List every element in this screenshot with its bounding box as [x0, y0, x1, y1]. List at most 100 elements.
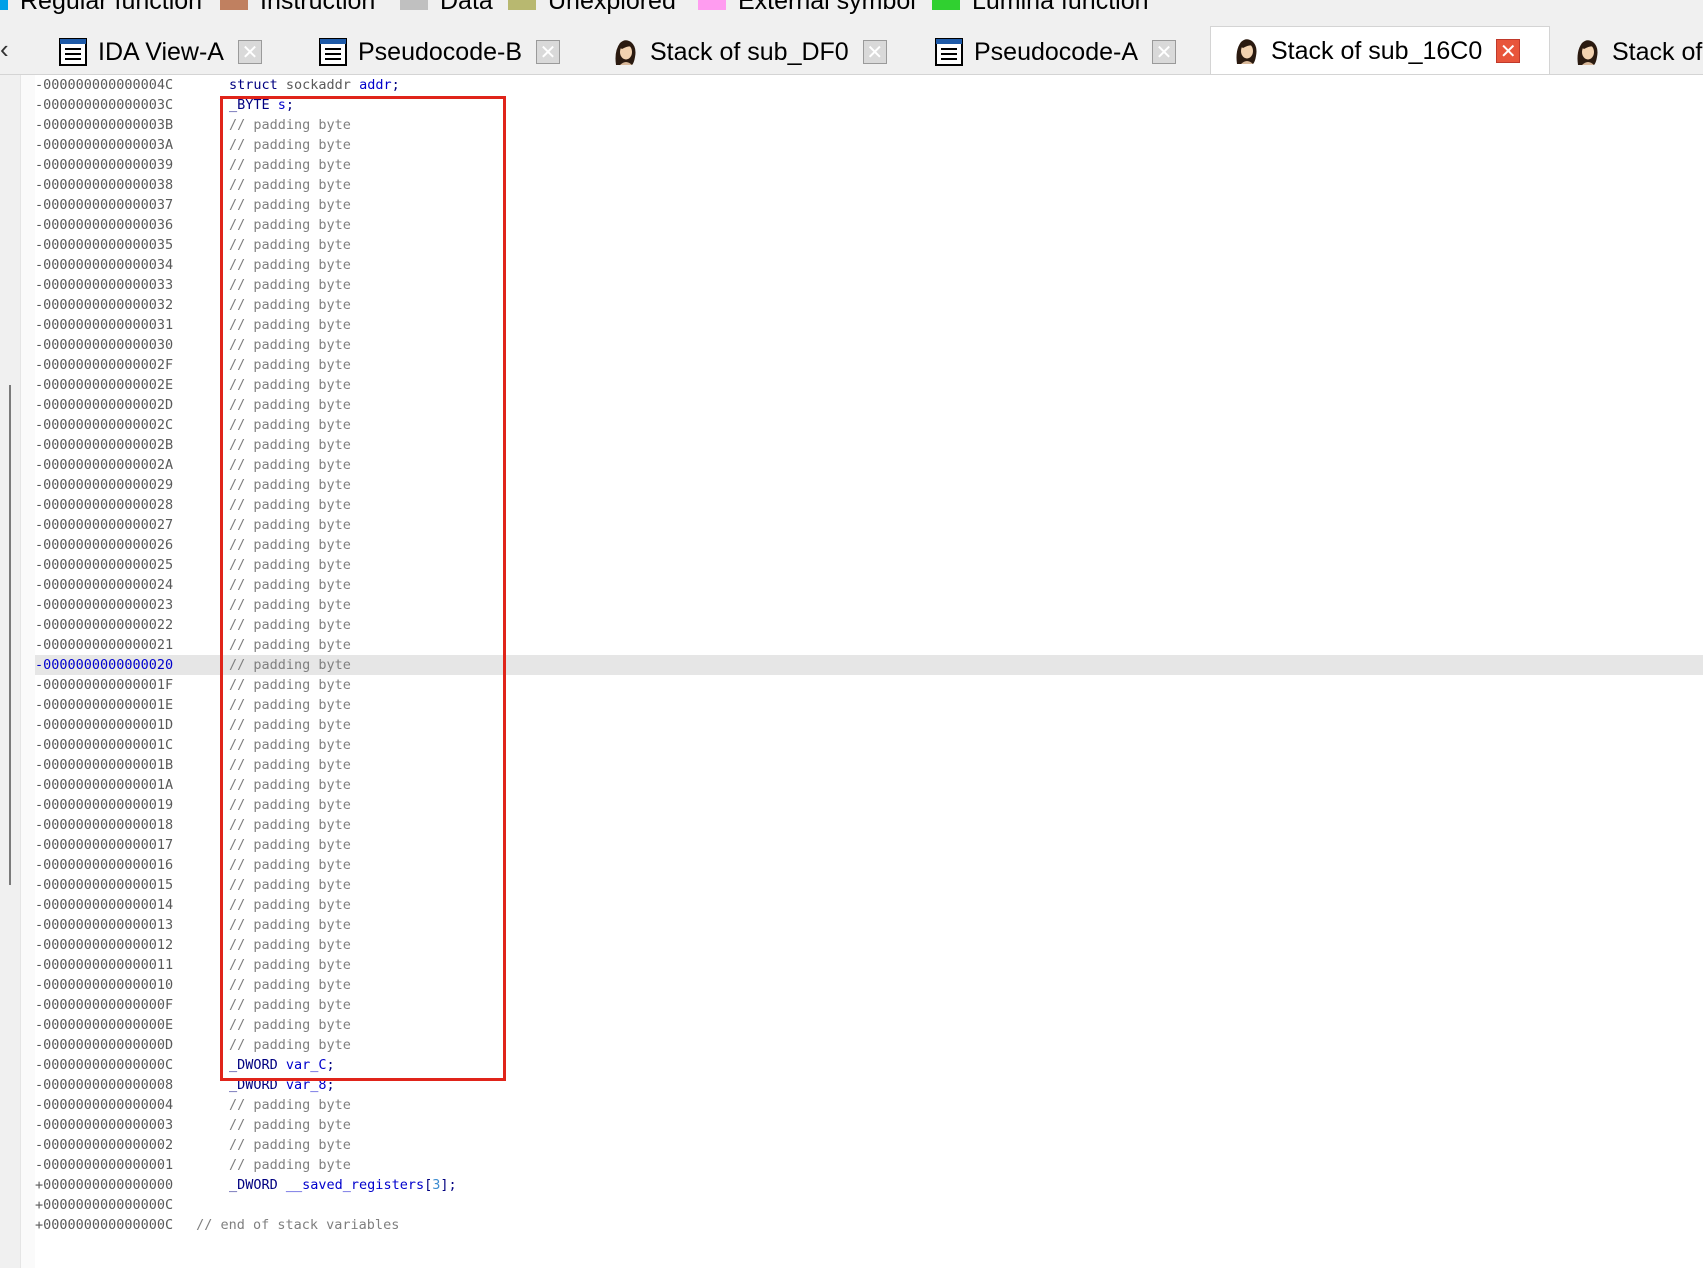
stack-line[interactable]: -000000000000002A // padding byte: [35, 455, 1703, 475]
close-icon[interactable]: ✕: [237, 40, 262, 64]
stack-line[interactable]: -0000000000000025 // padding byte: [35, 555, 1703, 575]
stack-line[interactable]: -0000000000000037 // padding byte: [35, 195, 1703, 215]
stack-line[interactable]: -000000000000000D // padding byte: [35, 1035, 1703, 1055]
stack-offset: -000000000000002E: [35, 377, 174, 393]
stack-line[interactable]: -0000000000000003 // padding byte: [35, 1115, 1703, 1135]
stack-line[interactable]: -000000000000002C // padding byte: [35, 415, 1703, 435]
stack-declaration: // padding byte: [229, 455, 351, 475]
close-icon[interactable]: ✕: [1152, 40, 1177, 64]
list-view-icon: [58, 37, 88, 67]
stack-line[interactable]: -000000000000001B // padding byte: [35, 755, 1703, 775]
stack-view-listing[interactable]: -000000000000004C struct sockaddr addr; -0…: [35, 75, 1703, 1235]
stack-offset: -000000000000002F: [35, 357, 174, 373]
stack-line[interactable]: -0000000000000035 // padding byte: [35, 235, 1703, 255]
stack-line[interactable]: -000000000000002B // padding byte: [35, 435, 1703, 455]
stack-line[interactable]: -0000000000000016 // padding byte: [35, 855, 1703, 875]
close-icon[interactable]: ✕: [1496, 39, 1521, 63]
close-icon[interactable]: ✕: [536, 40, 561, 64]
stack-declaration: // padding byte: [229, 975, 351, 995]
stack-line[interactable]: -0000000000000004 // padding byte: [35, 1095, 1703, 1115]
stack-line[interactable]: -0000000000000012 // padding byte: [35, 935, 1703, 955]
stack-line[interactable]: +0000000000000000 _DWORD __saved_register…: [35, 1175, 1703, 1195]
stack-line[interactable]: -0000000000000032 // padding byte: [35, 295, 1703, 315]
stack-line[interactable]: -000000000000000C _DWORD var_C;: [35, 1055, 1703, 1075]
stack-line[interactable]: -0000000000000030 // padding byte: [35, 335, 1703, 355]
tab-stack-of-sub-df0[interactable]: Stack of sub_DF0 ✕: [590, 30, 898, 74]
stack-line[interactable]: -0000000000000013 // padding byte: [35, 915, 1703, 935]
portrait-icon: [610, 37, 640, 67]
stack-line[interactable]: -000000000000000E // padding byte: [35, 1015, 1703, 1035]
stack-line[interactable]: -000000000000004C struct sockaddr addr;: [35, 75, 1703, 95]
token: sockaddr: [285, 77, 360, 93]
stack-line[interactable]: -000000000000001C // padding byte: [35, 735, 1703, 755]
stack-line[interactable]: -000000000000001E // padding byte: [35, 695, 1703, 715]
stack-declaration: // padding byte: [229, 375, 351, 395]
stack-declaration: // padding byte: [229, 1155, 351, 1175]
stack-line[interactable]: -0000000000000038 // padding byte: [35, 175, 1703, 195]
stack-line[interactable]: -000000000000001F // padding byte: [35, 675, 1703, 695]
token: ;: [285, 97, 295, 113]
token: // padding byte: [229, 877, 351, 893]
stack-line[interactable]: -000000000000002D // padding byte: [35, 395, 1703, 415]
stack-line[interactable]: -0000000000000036 // padding byte: [35, 215, 1703, 235]
tab-stack-of[interactable]: Stack of: [1552, 30, 1703, 74]
token: // padding byte: [229, 197, 351, 213]
stack-line[interactable]: -0000000000000031 // padding byte: [35, 315, 1703, 335]
stack-line[interactable]: -000000000000003A // padding byte: [35, 135, 1703, 155]
stack-line[interactable]: -0000000000000010 // padding byte: [35, 975, 1703, 995]
stack-line[interactable]: -0000000000000022 // padding byte: [35, 615, 1703, 635]
tab-scroll-left-icon[interactable]: ‹: [0, 34, 9, 65]
stack-line[interactable]: +000000000000000C: [35, 1195, 1703, 1215]
stack-line[interactable]: -0000000000000020 // padding byte: [35, 655, 1703, 675]
stack-line[interactable]: -0000000000000033 // padding byte: [35, 275, 1703, 295]
token: [: [424, 1177, 433, 1193]
stack-line[interactable]: -0000000000000015 // padding byte: [35, 875, 1703, 895]
close-icon[interactable]: ✕: [862, 40, 887, 64]
stack-line[interactable]: -000000000000002E // padding byte: [35, 375, 1703, 395]
stack-declaration: // padding byte: [229, 935, 351, 955]
stack-declaration: _DWORD var_8;: [229, 1075, 335, 1095]
tab-label: Stack of: [1612, 37, 1703, 66]
stack-line[interactable]: -0000000000000034 // padding byte: [35, 255, 1703, 275]
stack-line[interactable]: +000000000000000C // end of stack variab…: [35, 1215, 1703, 1235]
tab-stack-of-sub-16c0[interactable]: Stack of sub_16C0 ✕: [1210, 26, 1550, 74]
stack-line[interactable]: -0000000000000001 // padding byte: [35, 1155, 1703, 1175]
stack-line[interactable]: -0000000000000029 // padding byte: [35, 475, 1703, 495]
stack-declaration: // padding byte: [229, 155, 351, 175]
stack-declaration: // padding byte: [229, 515, 351, 535]
stack-line[interactable]: -000000000000001A // padding byte: [35, 775, 1703, 795]
stack-line[interactable]: -0000000000000011 // padding byte: [35, 955, 1703, 975]
token: // padding byte: [229, 457, 351, 473]
tab-label: Stack of sub_16C0: [1271, 36, 1483, 65]
stack-line[interactable]: -0000000000000028 // padding byte: [35, 495, 1703, 515]
stack-line[interactable]: -0000000000000021 // padding byte: [35, 635, 1703, 655]
stack-line[interactable]: -0000000000000023 // padding byte: [35, 595, 1703, 615]
stack-offset: -0000000000000029: [35, 477, 174, 493]
tab-pseudocode-b[interactable]: Pseudocode-B ✕: [298, 30, 572, 74]
stack-line[interactable]: -000000000000003C _BYTE s;: [35, 95, 1703, 115]
token: _BYTE: [229, 97, 278, 113]
stack-line[interactable]: -0000000000000018 // padding byte: [35, 815, 1703, 835]
tab-label: Stack of sub_DF0: [650, 37, 849, 66]
stack-line[interactable]: -000000000000002F // padding byte: [35, 355, 1703, 375]
stack-line[interactable]: -0000000000000027 // padding byte: [35, 515, 1703, 535]
stack-line[interactable]: -0000000000000014 // padding byte: [35, 895, 1703, 915]
stack-line[interactable]: -0000000000000024 // padding byte: [35, 575, 1703, 595]
tab-pseudocode-a[interactable]: Pseudocode-A ✕: [914, 30, 1192, 74]
legend-label: External symbol: [738, 0, 916, 15]
stack-line[interactable]: -0000000000000026 // padding byte: [35, 535, 1703, 555]
stack-declaration: // end of stack variables: [188, 1215, 399, 1235]
stack-line[interactable]: -000000000000001D // padding byte: [35, 715, 1703, 735]
stack-offset: -000000000000002D: [35, 397, 174, 413]
stack-line[interactable]: -0000000000000002 // padding byte: [35, 1135, 1703, 1155]
stack-offset: -0000000000000028: [35, 497, 174, 513]
legend-label: Unexplored: [548, 0, 676, 15]
stack-line[interactable]: -000000000000000F // padding byte: [35, 995, 1703, 1015]
legend-label: Data: [440, 0, 493, 15]
stack-line[interactable]: -0000000000000008 _DWORD var_8;: [35, 1075, 1703, 1095]
stack-line[interactable]: -000000000000003B // padding byte: [35, 115, 1703, 135]
stack-line[interactable]: -0000000000000019 // padding byte: [35, 795, 1703, 815]
stack-line[interactable]: -0000000000000017 // padding byte: [35, 835, 1703, 855]
stack-line[interactable]: -0000000000000039 // padding byte: [35, 155, 1703, 175]
tab-ida-view-a[interactable]: IDA View-A ✕: [38, 30, 284, 74]
